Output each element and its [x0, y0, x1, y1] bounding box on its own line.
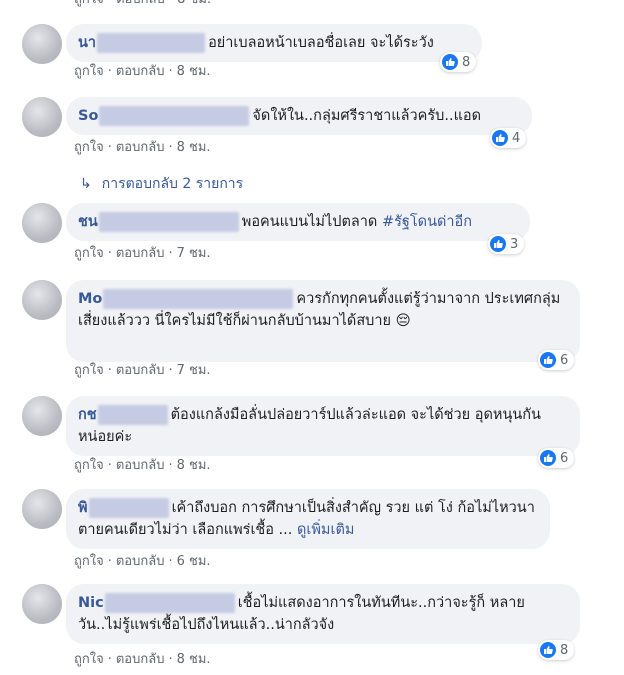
avatar[interactable]: [22, 584, 62, 624]
previous-comment-actions: ถูกใจ · ตอบกลับ · 8 ชม.: [74, 0, 211, 9]
like-count: 8: [560, 642, 569, 658]
blurred-name: [88, 498, 169, 518]
comment-actions: ถูกใจ · ตอบกลับ · 7 ชม.: [74, 246, 211, 261]
like-link[interactable]: ถูกใจ: [74, 458, 104, 473]
comment-bubble: Nic เชื้อไม่แสดงอาการในทันทีนะ..กว่าจะรู้…: [66, 584, 580, 644]
comment-time[interactable]: 8 ชม.: [177, 652, 211, 667]
comment-author[interactable]: Nic: [78, 595, 104, 611]
comment-text: จัดให้ใน..กลุ่มศรีราชาแล้วครับ..แอด: [252, 108, 482, 124]
comment-bubble: พิ เค้าถึงบอก การศึกษาเป็นสิ่งสำคัญ รวย แ…: [66, 489, 550, 549]
emoji: 😔: [395, 313, 411, 329]
like-count: 6: [560, 450, 569, 466]
see-more-link[interactable]: ดูเพิ่มเติม: [297, 522, 354, 538]
avatar[interactable]: [22, 97, 62, 137]
like-reaction[interactable]: 6: [538, 350, 575, 370]
comment-bubble: Mo ควรกักทุกคนตั้งแต่รู้ว่ามาจาก ประเทศกล…: [66, 280, 580, 362]
like-reaction[interactable]: 6: [538, 448, 575, 468]
avatar[interactable]: [22, 489, 62, 529]
comment-bubble: ชน พอคนแบนไม่ไปตลาด #รัฐโดนด่าอีก: [66, 203, 530, 241]
reply-link[interactable]: ตอบกลับ: [116, 554, 165, 569]
comment-time[interactable]: 7 ชม.: [177, 363, 211, 378]
comment-actions: ถูกใจ · ตอบกลับ · 8 ชม.: [74, 652, 211, 667]
reply-link[interactable]: ตอบกลับ: [116, 363, 165, 378]
comment-bubble: นา อย่าเบลอหน้าเบลอชื่อเลย จะได้ระวัง: [66, 24, 482, 62]
comment-time[interactable]: 8 ชม.: [177, 458, 211, 473]
like-link[interactable]: ถูกใจ: [74, 652, 104, 667]
comment-author[interactable]: So: [78, 108, 98, 124]
like-reaction[interactable]: 8: [538, 640, 575, 660]
comment-time[interactable]: 7 ชม.: [177, 246, 211, 261]
comment-actions: ถูกใจ · ตอบกลับ · 8 ชม.: [74, 64, 211, 79]
thumbs-up-icon: [442, 54, 458, 70]
comment-text: อย่าเบลอหน้าเบลอชื่อเลย จะได้ระวัง: [208, 35, 434, 51]
thumbs-up-icon: [540, 642, 556, 658]
like-link[interactable]: ถูกใจ: [74, 64, 104, 79]
like-reaction[interactable]: 8: [440, 52, 477, 72]
like-reaction[interactable]: 4: [490, 128, 527, 148]
avatar[interactable]: [22, 280, 62, 320]
comment-time[interactable]: 6 ชม.: [177, 554, 211, 569]
comment-author[interactable]: Mo: [78, 291, 102, 307]
comment-time[interactable]: 8 ชม.: [177, 64, 211, 79]
blurred-name: [97, 33, 206, 53]
comment-actions: ถูกใจ · ตอบกลับ · 8 ชม.: [74, 140, 211, 155]
like-reaction[interactable]: 3: [488, 234, 525, 254]
reply-link[interactable]: ตอบกลับ: [116, 458, 165, 473]
comment-actions: ถูกใจ · ตอบกลับ · 7 ชม.: [74, 363, 211, 378]
blurred-name: [103, 289, 294, 309]
comment-text: พอคนแบนไม่ไปตลาด: [241, 214, 382, 230]
like-count: 4: [512, 130, 521, 146]
blurred-name: [99, 106, 250, 126]
thumbs-up-icon: [492, 130, 508, 146]
comment-author[interactable]: พิ: [78, 500, 88, 516]
hashtag-link[interactable]: #รัฐโดนด่าอีก: [382, 214, 472, 230]
comment-bubble: กช ต้องแกล้งมือลั่นปล่อยวาร์ปแล้วล่ะแอด จ…: [66, 396, 580, 456]
view-replies-link[interactable]: ↳ การตอบกลับ 2 รายการ: [80, 174, 243, 194]
blurred-name: [97, 405, 168, 425]
reply-link[interactable]: ตอบกลับ: [116, 140, 165, 155]
blurred-name: [104, 593, 235, 613]
thumbs-up-icon: [540, 352, 556, 368]
blurred-name: [98, 212, 239, 232]
comment-author[interactable]: ชน: [78, 214, 98, 230]
reply-link[interactable]: ตอบกลับ: [116, 652, 165, 667]
avatar[interactable]: [22, 203, 62, 243]
like-count: 8: [462, 54, 471, 70]
like-link[interactable]: ถูกใจ: [74, 140, 104, 155]
like-count: 6: [560, 352, 569, 368]
avatar[interactable]: [22, 396, 62, 436]
comment-author[interactable]: นา: [78, 35, 96, 51]
comment-actions: ถูกใจ · ตอบกลับ · 8 ชม.: [74, 458, 211, 473]
avatar[interactable]: [22, 24, 62, 64]
thumbs-up-icon: [490, 236, 506, 252]
like-link[interactable]: ถูกใจ: [74, 363, 104, 378]
like-link[interactable]: ถูกใจ: [74, 554, 104, 569]
comment-author[interactable]: กช: [78, 407, 97, 423]
replies-count: การตอบกลับ 2 รายการ: [101, 176, 244, 192]
like-count: 3: [510, 236, 519, 252]
reply-link[interactable]: ตอบกลับ: [116, 246, 165, 261]
like-link[interactable]: ถูกใจ: [74, 246, 104, 261]
thumbs-up-icon: [540, 450, 556, 466]
comment-actions: ถูกใจ · ตอบกลับ · 6 ชม.: [74, 554, 211, 569]
comment-time[interactable]: 8 ชม.: [177, 140, 211, 155]
reply-link[interactable]: ตอบกลับ: [116, 64, 165, 79]
reply-arrow-icon: ↳: [80, 176, 92, 192]
comment-bubble: So จัดให้ใน..กลุ่มศรีราชาแล้วครับ..แอด: [66, 97, 532, 135]
